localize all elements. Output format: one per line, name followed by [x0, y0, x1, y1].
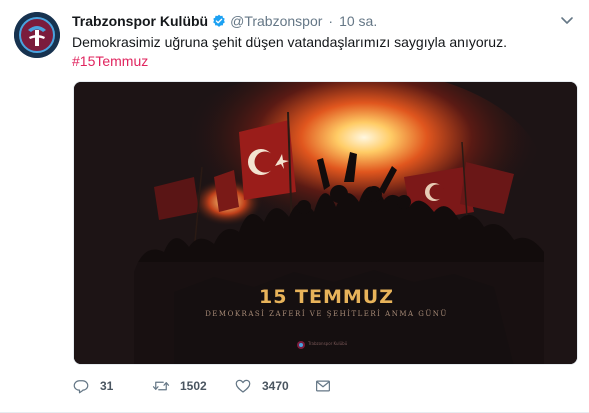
image-logo-text: Trabzonspor Kulübü	[308, 341, 348, 346]
like-button[interactable]: 3470	[234, 377, 314, 395]
tweet-timestamp[interactable]: 10 sa.	[339, 13, 377, 29]
tweet-header: Trabzonspor Kulübü @Trabzonspor · 10 sa.	[72, 12, 377, 30]
retweet-count: 1502	[180, 379, 207, 393]
message-icon	[316, 380, 330, 392]
like-icon	[235, 379, 251, 393]
club-avatar[interactable]	[14, 12, 60, 58]
chevron-down-icon[interactable]	[559, 12, 575, 28]
direct-message-button[interactable]	[314, 377, 332, 395]
image-subtitle: DEMOKRASİ ZAFERİ VE ŞEHİTLERİ ANMA GÜNÜ	[205, 310, 448, 318]
account-handle[interactable]: @Trabzonspor	[230, 13, 322, 29]
tweet-text: Demokrasimiz uğruna şehit düşen vatandaş…	[72, 34, 507, 50]
reply-button[interactable]: 31	[72, 377, 152, 395]
separator-dot: ·	[328, 13, 334, 29]
crowd-flags-illustration	[74, 82, 577, 364]
tweet-image[interactable]: 15 TEMMUZ DEMOKRASİ ZAFERİ VE ŞEHİTLERİ …	[73, 81, 578, 365]
like-count: 3470	[262, 379, 289, 393]
hashtag-link[interactable]: #15Temmuz	[72, 52, 148, 71]
verified-badge-icon	[212, 14, 226, 28]
tweet-actions: 31 1502 3470	[72, 376, 332, 396]
reply-count: 31	[100, 379, 114, 393]
retweet-button[interactable]: 1502	[152, 377, 234, 395]
image-title: 15 TEMMUZ	[258, 286, 394, 308]
account-name[interactable]: Trabzonspor Kulübü	[72, 13, 208, 29]
reply-icon	[73, 380, 89, 394]
club-logo-icon	[14, 12, 60, 58]
retweet-icon	[152, 381, 170, 391]
tweet: Trabzonspor Kulübü @Trabzonspor · 10 sa.…	[0, 0, 589, 413]
